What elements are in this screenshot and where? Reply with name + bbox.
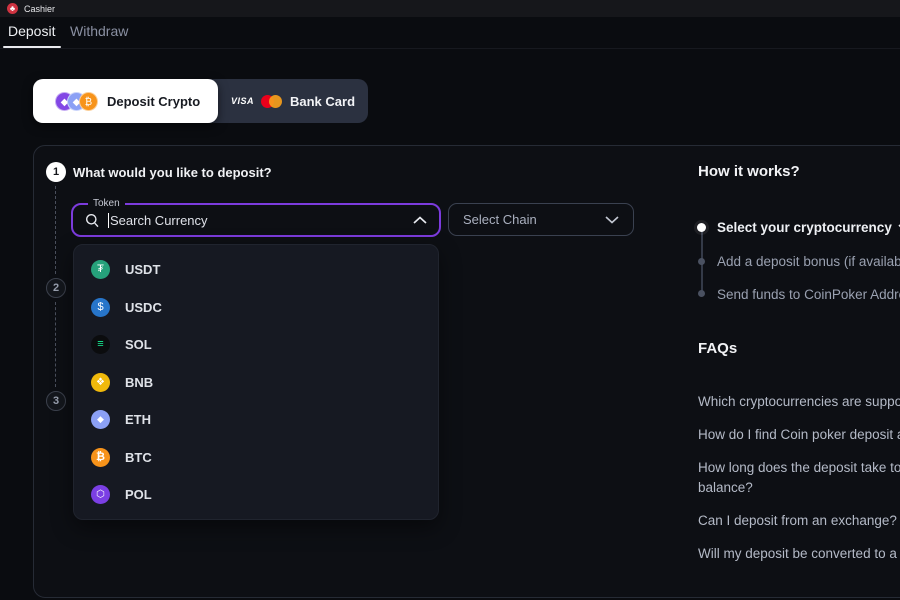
step-1-title: What would you like to deposit? [73, 165, 272, 180]
token-option-bnb[interactable]: ❖ BNB [74, 364, 438, 402]
token-search-placeholder: Search Currency [110, 213, 208, 228]
step-connector-1 [55, 186, 56, 274]
hiw-step-select-crypto[interactable]: Select your cryptocurrency [717, 220, 900, 235]
hiw-step-send-funds: Send funds to CoinPoker Address [717, 287, 900, 302]
step-1-badge: 1 [46, 162, 66, 182]
token-option-usdt[interactable]: ₮ USDT [74, 251, 438, 289]
token-option-pol[interactable]: ⬡ POL [74, 476, 438, 514]
btc-icon: ₿ [91, 448, 110, 467]
faq-list: Which cryptocurrencies are supported? Ho… [698, 392, 900, 577]
text-cursor [108, 213, 109, 228]
cashier-window: ♣ Cashier Deposit Withdraw VISA Bank Car… [0, 0, 900, 600]
bank-card-label: Bank Card [290, 94, 355, 109]
usdt-icon: ₮ [91, 260, 110, 279]
deposit-crypto-toggle[interactable]: ◆◆₿ Deposit Crypto [33, 79, 218, 123]
step-2-badge: 2 [46, 278, 66, 298]
crypto-coins-icon: ◆◆₿ [55, 92, 98, 111]
step-bullet-active [697, 223, 706, 232]
bank-card-toggle[interactable]: VISA Bank Card [218, 79, 368, 123]
tab-withdraw[interactable]: Withdraw [70, 23, 128, 39]
faq-question[interactable]: How do I find Coin poker deposit address… [698, 425, 900, 445]
search-icon [85, 213, 100, 228]
faq-question[interactable]: Which cryptocurrencies are supported? [698, 392, 900, 412]
faq-question[interactable]: Will my deposit be converted to a differ… [698, 544, 900, 564]
faq-question[interactable]: How long does the deposit take to appear… [698, 458, 900, 498]
usdc-icon: $ [91, 298, 110, 317]
faq-question[interactable]: Can I deposit from an exchange? [698, 511, 900, 531]
tab-bar: Deposit Withdraw [0, 17, 900, 49]
step-3-badge: 3 [46, 391, 66, 411]
top-app-bar: ♣ Cashier [0, 0, 900, 17]
hiw-step-bonus: Add a deposit bonus (if available) [717, 254, 900, 269]
token-search-input[interactable]: Token Search Currency [71, 203, 441, 237]
token-option-sol[interactable]: ≡ SOL [74, 326, 438, 364]
deposit-crypto-label: Deposit Crypto [107, 94, 200, 109]
token-option-usdc[interactable]: $ USDC [74, 289, 438, 327]
coinpoker-logo-icon: ♣ [7, 3, 18, 14]
payment-method-toggle: VISA Bank Card ◆◆₿ Deposit Crypto [33, 79, 368, 123]
visa-icon: VISA [231, 96, 254, 106]
token-option-eth[interactable]: ◆ ETH [74, 401, 438, 439]
tab-deposit[interactable]: Deposit [8, 23, 55, 39]
active-tab-underline [3, 46, 61, 48]
step-bullet [698, 290, 705, 297]
chain-select-placeholder: Select Chain [463, 212, 537, 227]
sol-icon: ≡ [91, 335, 110, 354]
bnb-icon: ❖ [91, 373, 110, 392]
how-it-works-title: How it works? [698, 163, 800, 180]
pol-icon: ⬡ [91, 485, 110, 504]
step-bullet [698, 258, 705, 265]
mastercard-icon [261, 95, 283, 108]
eth-icon: ◆ [91, 410, 110, 429]
faqs-title: FAQs [698, 340, 737, 357]
token-option-btc[interactable]: ₿ BTC [74, 439, 438, 477]
chain-select[interactable]: Select Chain [448, 203, 634, 236]
chevron-up-icon[interactable] [413, 216, 427, 224]
app-title: Cashier [24, 4, 55, 14]
step-connector-2 [55, 302, 56, 387]
token-dropdown: ₮ USDT $ USDC ≡ SOL ❖ BNB ◆ ETH ₿ BTC [73, 244, 439, 520]
token-field-label: Token [88, 198, 125, 209]
chevron-down-icon [605, 216, 619, 224]
